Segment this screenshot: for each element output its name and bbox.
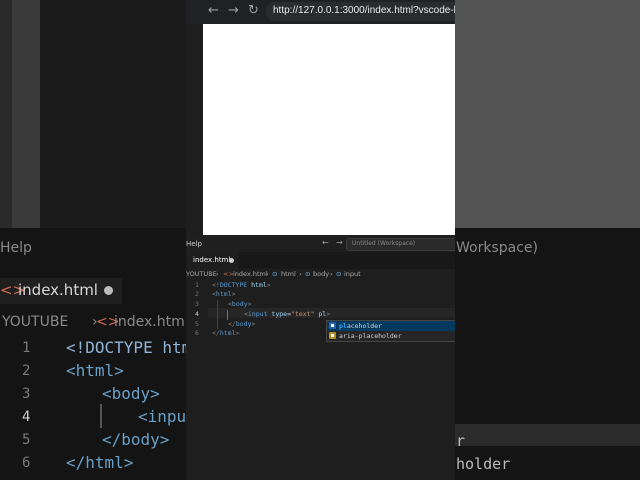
bg-line-number: 5	[22, 432, 31, 448]
bg-suggest-widget	[455, 424, 640, 446]
bg-code-line: <inpu	[138, 407, 187, 426]
bg-workspace-label: Workspace)	[456, 240, 538, 256]
suggestion-item-aria-placeholder[interactable]: ▪ aria-placeholder	[327, 331, 455, 341]
back-arrow-icon[interactable]: ←	[208, 3, 219, 19]
line-number: 2	[195, 290, 199, 298]
element-icon: ⊙	[272, 270, 278, 278]
bg-help-menu: Help	[0, 240, 32, 256]
bg-indent-guide	[100, 404, 102, 428]
bg-line-number: 3	[22, 386, 31, 402]
suggestion-label: aria-placeholder	[339, 332, 402, 340]
address-bar[interactable]: http://127.0.0.1:3000/index.html?vscode-…	[266, 2, 455, 21]
unsaved-dot-icon[interactable]	[229, 258, 234, 263]
line-number: 1	[195, 281, 199, 289]
bg-breadcrumb-file: index.html	[114, 314, 189, 330]
command-center-label: Untitled (Workspace)	[352, 240, 416, 247]
property-icon: ▪	[329, 322, 336, 329]
nav-forward-icon[interactable]: →	[336, 238, 343, 247]
browser-toolbar: ← → ↻ http://127.0.0.1:3000/index.html?v…	[186, 0, 455, 24]
nav-back-icon[interactable]: ←	[322, 238, 329, 247]
bg-page-left	[12, 0, 40, 228]
breadcrumb-item-input[interactable]: input	[344, 270, 361, 278]
code-editor[interactable]: 1 2 3 4 5 6 <!DOCTYPE html> <html> <body…	[186, 280, 455, 480]
tab-index-html[interactable]: index.html	[186, 252, 238, 269]
element-icon: ⊙	[336, 270, 342, 278]
element-icon: ⊙	[305, 270, 311, 278]
breadcrumb-item-youtube[interactable]: YOUTUBE	[186, 270, 217, 278]
chevron-right-icon: ›	[216, 270, 219, 278]
breadcrumb-item-body[interactable]: body	[313, 270, 329, 278]
breadcrumb-item-file[interactable]: index.html	[233, 270, 268, 278]
chevron-right-icon: ›	[330, 270, 333, 278]
indent-guide	[217, 300, 218, 329]
bg-code-line: </html>	[66, 453, 134, 472]
code-line-current: <input type="text" pl>	[244, 310, 331, 318]
indent-guide-active	[227, 310, 228, 320]
suggestion-item-placeholder[interactable]: ▪ placeholder	[327, 321, 455, 331]
chevron-right-icon: ›	[299, 270, 302, 278]
browser-page-view[interactable]	[203, 24, 455, 235]
bg-line-number: 2	[22, 363, 31, 379]
breadcrumb: YOUTUBE › <> index.html › ⊙ html › ⊙ bod…	[186, 269, 455, 280]
reload-icon[interactable]: ↻	[248, 3, 259, 19]
bg-left-column	[0, 0, 12, 228]
code-line: <html>	[212, 290, 236, 298]
line-number: 5	[195, 320, 199, 328]
line-number: 6	[195, 329, 199, 337]
property-icon: ▪	[329, 332, 336, 339]
code-line: <body>	[228, 300, 252, 308]
bg-code-line: <html>	[66, 361, 124, 380]
code-line: </body>	[228, 320, 256, 328]
bg-page-right	[455, 0, 640, 228]
forward-arrow-icon[interactable]: →	[228, 3, 239, 19]
bg-unsaved-dot-icon	[104, 286, 113, 295]
bg-code-line: <body>	[102, 384, 160, 403]
bg-suggest-fragment: r	[456, 432, 466, 450]
breadcrumb-item-html[interactable]: html	[281, 270, 296, 278]
line-number: 3	[195, 300, 199, 308]
bg-suggest-fragment-2: holder	[456, 455, 511, 473]
browser-left-edge	[186, 24, 203, 235]
foreground-panel: ← → ↻ http://127.0.0.1:3000/index.html?v…	[186, 0, 455, 480]
code-line: </html>	[212, 329, 240, 337]
tab-label: index.html	[193, 256, 231, 264]
line-number: 4	[195, 310, 199, 318]
suggest-widget: ▪ placeholder ▪ aria-placeholder	[326, 320, 455, 342]
code-line: <!DOCTYPE html>	[212, 281, 271, 289]
bg-breadcrumb-root: YOUTUBE	[2, 314, 69, 330]
bg-line-number: 1	[22, 340, 31, 356]
bg-line-number: 4	[22, 409, 31, 425]
bg-code-line: <!DOCTYPE htm	[66, 338, 192, 357]
bg-code-line: </body>	[102, 430, 170, 449]
command-center[interactable]: Untitled (Workspace)	[346, 238, 455, 251]
editor-tabs: index.html	[186, 252, 455, 269]
menu-help[interactable]: Help	[186, 240, 202, 248]
url-text: http://127.0.0.1:3000/index.html?vscode-…	[273, 5, 455, 16]
bg-line-number: 6	[22, 455, 31, 471]
bg-tab-label: index.html	[18, 281, 98, 299]
suggestion-label: placeholder	[339, 322, 383, 330]
chevron-right-icon: ›	[266, 270, 269, 278]
